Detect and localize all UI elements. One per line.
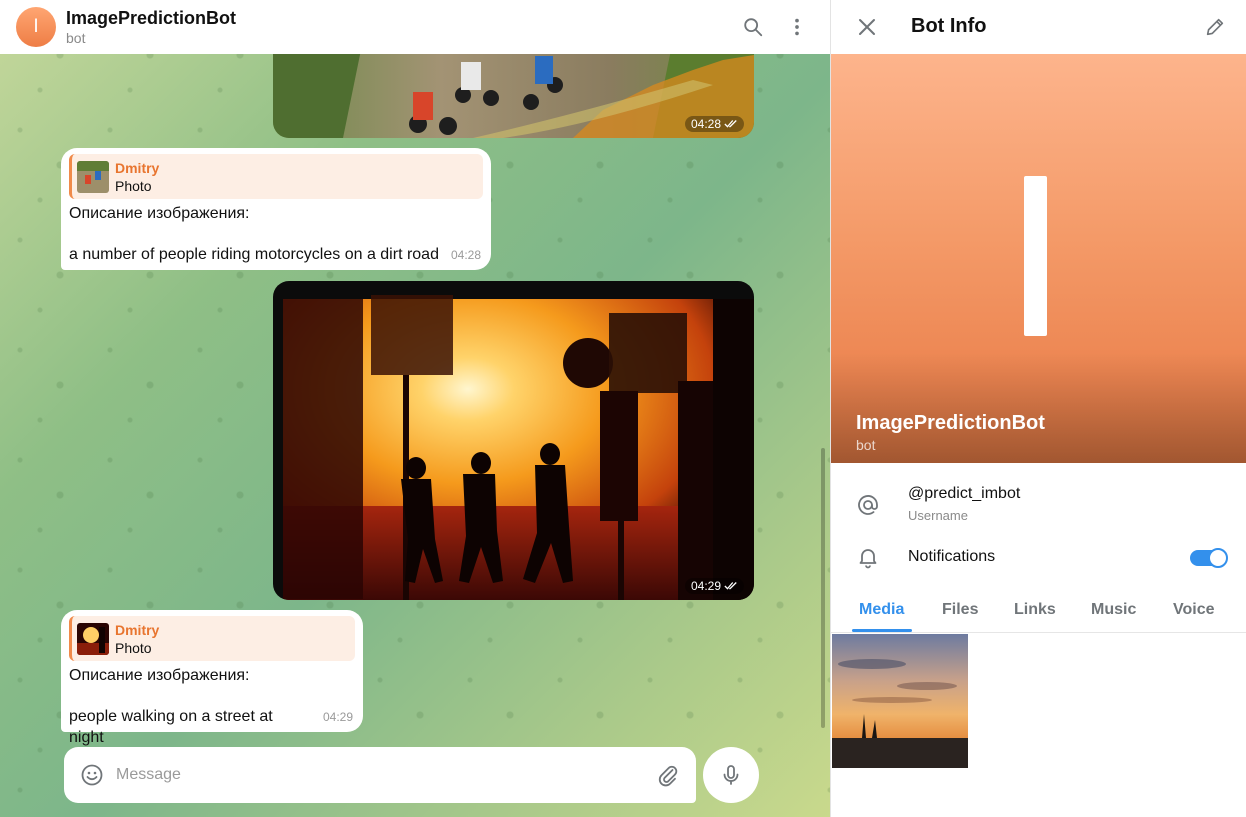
username-label: Username xyxy=(908,508,968,523)
chat-area: I ImagePredictionBot bot 04:28 Dmitry Ph… xyxy=(0,0,830,817)
mic-icon xyxy=(723,765,739,785)
motocross-photo xyxy=(273,40,754,138)
profile-avatar-letter xyxy=(1024,176,1047,336)
double-check-icon xyxy=(724,120,737,128)
bell-icon xyxy=(855,544,881,570)
message-text: people walking on a street at night xyxy=(69,708,273,746)
message-text: Описание изображения: xyxy=(69,205,250,222)
tab-music[interactable]: Music xyxy=(1091,601,1136,619)
reply-author: Dmitry xyxy=(115,621,160,638)
tab-files[interactable]: Files xyxy=(942,601,978,619)
media-tabs: Media Files Links Music Voice xyxy=(831,590,1246,633)
chat-subtitle: bot xyxy=(66,30,86,46)
street-photo xyxy=(273,281,754,600)
reply-thumbnail xyxy=(77,622,109,655)
username-row[interactable]: @predict_imbot Username xyxy=(831,474,1246,534)
notifications-label: Notifications xyxy=(908,548,996,565)
notifications-row[interactable]: Notifications xyxy=(831,537,1246,577)
close-icon[interactable] xyxy=(853,13,881,41)
reply-thumbnail xyxy=(77,160,109,193)
photo-message[interactable]: 04:28 xyxy=(273,40,754,138)
media-thumbnail[interactable] xyxy=(832,634,968,768)
bot-reply-message[interactable]: Dmitry Photo Описание изображения: peopl… xyxy=(61,610,363,746)
at-icon xyxy=(855,492,881,518)
double-check-icon xyxy=(724,582,737,590)
reply-preview[interactable]: Dmitry Photo xyxy=(69,154,483,199)
reply-type: Photo xyxy=(115,639,152,656)
message-composer[interactable] xyxy=(64,747,696,803)
message-text: a number of people riding motorcycles on… xyxy=(69,246,439,263)
tab-media[interactable]: Media xyxy=(859,601,904,619)
profile-name: ImagePredictionBot xyxy=(856,412,1045,434)
message-time: 04:29 xyxy=(684,578,744,594)
more-vertical-icon[interactable] xyxy=(783,13,811,41)
message-time: 04:29 xyxy=(322,710,353,724)
pencil-icon[interactable] xyxy=(1201,13,1229,41)
username-value: @predict_imbot xyxy=(908,485,1021,502)
photo-message[interactable]: 04:29 xyxy=(273,281,754,600)
emoji-icon[interactable] xyxy=(80,763,104,787)
panel-title: Bot Info xyxy=(911,15,987,37)
tab-links[interactable]: Links xyxy=(1014,601,1056,619)
notifications-toggle[interactable] xyxy=(1190,548,1228,568)
avatar[interactable]: I xyxy=(16,7,56,47)
reply-author: Dmitry xyxy=(115,159,160,176)
reply-preview[interactable]: Dmitry Photo xyxy=(69,616,355,661)
bot-reply-message[interactable]: Dmitry Photo Описание изображения: a num… xyxy=(61,148,491,270)
message-text: Описание изображения: xyxy=(69,667,250,684)
attach-icon[interactable] xyxy=(656,763,680,787)
message-time: 04:28 xyxy=(450,248,481,262)
message-time: 04:28 xyxy=(684,116,744,132)
bot-info-panel: Bot Info ImagePredictionBot bot @predict… xyxy=(830,0,1246,817)
active-tab-indicator xyxy=(852,629,912,632)
reply-type: Photo xyxy=(115,177,152,194)
search-icon[interactable] xyxy=(739,13,767,41)
chat-title[interactable]: ImagePredictionBot xyxy=(66,8,236,29)
info-header: Bot Info xyxy=(831,0,1246,54)
profile-cover[interactable]: ImagePredictionBot bot xyxy=(831,54,1246,463)
scrollbar[interactable] xyxy=(821,448,825,728)
voice-record-button[interactable] xyxy=(703,747,759,803)
tab-voice[interactable]: Voice xyxy=(1173,601,1215,619)
chat-header[interactable]: I ImagePredictionBot bot xyxy=(0,0,830,54)
message-input[interactable] xyxy=(116,766,636,784)
profile-subtitle: bot xyxy=(856,437,876,453)
